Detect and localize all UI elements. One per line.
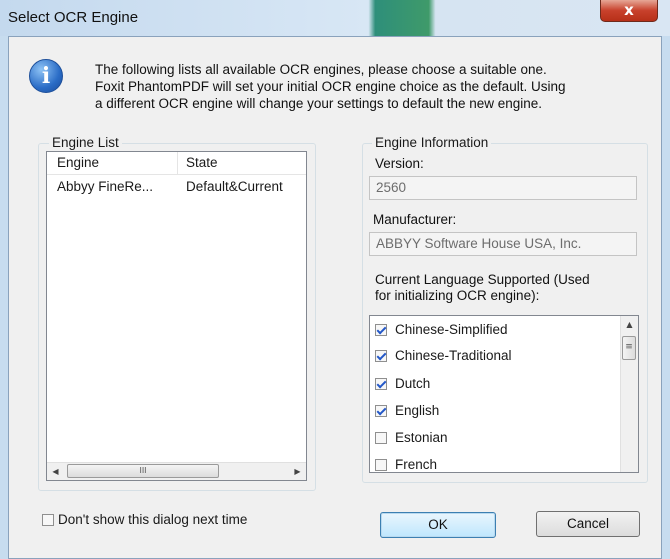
checkbox-checked-icon[interactable]	[375, 378, 387, 390]
checkbox-checked-icon[interactable]	[375, 405, 387, 417]
version-field[interactable]: 2560	[369, 176, 637, 200]
horizontal-scroll-thumb[interactable]: III	[67, 464, 219, 478]
engine-state-cell: Default&Current	[186, 179, 283, 194]
cancel-button[interactable]: Cancel	[536, 511, 640, 537]
language-checklist[interactable]: Chinese-Simplified Chinese-Traditional D…	[369, 315, 639, 473]
language-label: Estonian	[395, 430, 448, 445]
table-row[interactable]: Abbyy FineRe... Default&Current	[47, 177, 306, 197]
languages-label-line-2: for initializing OCR engine):	[375, 288, 540, 303]
checkbox-unchecked-icon[interactable]	[42, 514, 54, 526]
language-label: Dutch	[395, 376, 431, 391]
vertical-scrollbar[interactable]: ▲ ≡	[620, 316, 638, 472]
version-label: Version:	[375, 156, 424, 171]
language-item-english[interactable]: English	[375, 403, 439, 425]
listview-header: Engine State	[47, 152, 306, 175]
languages-label-line-1: Current Language Supported (Used	[375, 272, 590, 287]
checkbox-unchecked-icon[interactable]	[375, 459, 387, 471]
engine-name-cell: Abbyy FineRe...	[57, 179, 154, 194]
dont-show-again-checkbox[interactable]: Don't show this dialog next time	[42, 512, 247, 527]
scroll-up-arrow-icon[interactable]: ▲	[621, 316, 638, 333]
language-item-chinese-traditional[interactable]: Chinese-Traditional	[375, 348, 512, 370]
column-separator[interactable]	[177, 152, 178, 174]
manufacturer-field[interactable]: ABBYY Software House USA, Inc.	[369, 232, 637, 256]
close-button[interactable]: x	[600, 0, 658, 22]
language-item-estonian[interactable]: Estonian	[375, 430, 448, 452]
checkbox-checked-icon[interactable]	[375, 350, 387, 362]
column-header-engine[interactable]: Engine	[57, 155, 99, 170]
checkbox-checked-icon[interactable]	[375, 324, 387, 336]
engine-info-group-label: Engine Information	[372, 135, 492, 150]
language-item-chinese-simplified[interactable]: Chinese-Simplified	[375, 322, 508, 344]
language-label: Chinese-Traditional	[395, 348, 512, 363]
engine-listview[interactable]: Engine State Abbyy FineRe... Default&Cur…	[46, 151, 307, 481]
manufacturer-label: Manufacturer:	[373, 212, 457, 227]
scroll-right-arrow-icon[interactable]: ▶	[289, 463, 306, 480]
checkbox-unchecked-icon[interactable]	[375, 432, 387, 444]
close-icon: x	[624, 1, 634, 19]
intro-text: The following lists all available OCR en…	[95, 61, 655, 112]
ok-button[interactable]: OK	[380, 512, 496, 538]
intro-line-1: The following lists all available OCR en…	[95, 62, 547, 77]
language-label: French	[395, 457, 438, 472]
column-header-state[interactable]: State	[186, 155, 218, 170]
info-icon: i	[29, 59, 63, 93]
language-label: English	[395, 403, 440, 418]
dont-show-again-label: Don't show this dialog next time	[58, 512, 248, 527]
scroll-left-arrow-icon[interactable]: ◀	[47, 463, 64, 480]
intro-line-3: a different OCR engine will change your …	[95, 96, 543, 111]
vertical-scroll-thumb[interactable]: ≡	[622, 336, 636, 360]
horizontal-scrollbar[interactable]: ◀ III ▶	[47, 462, 306, 480]
language-label: Chinese-Simplified	[395, 322, 508, 337]
dialog-window: Select OCR Engine x i The following list…	[0, 0, 670, 559]
language-item-french[interactable]: French	[375, 457, 438, 472]
language-item-dutch[interactable]: Dutch	[375, 376, 430, 398]
title-bar[interactable]: Select OCR Engine x	[0, 0, 670, 36]
intro-line-2: Foxit PhantomPDF will set your initial O…	[95, 79, 566, 94]
window-title: Select OCR Engine	[8, 9, 139, 26]
engine-list-group-label: Engine List	[49, 135, 122, 150]
